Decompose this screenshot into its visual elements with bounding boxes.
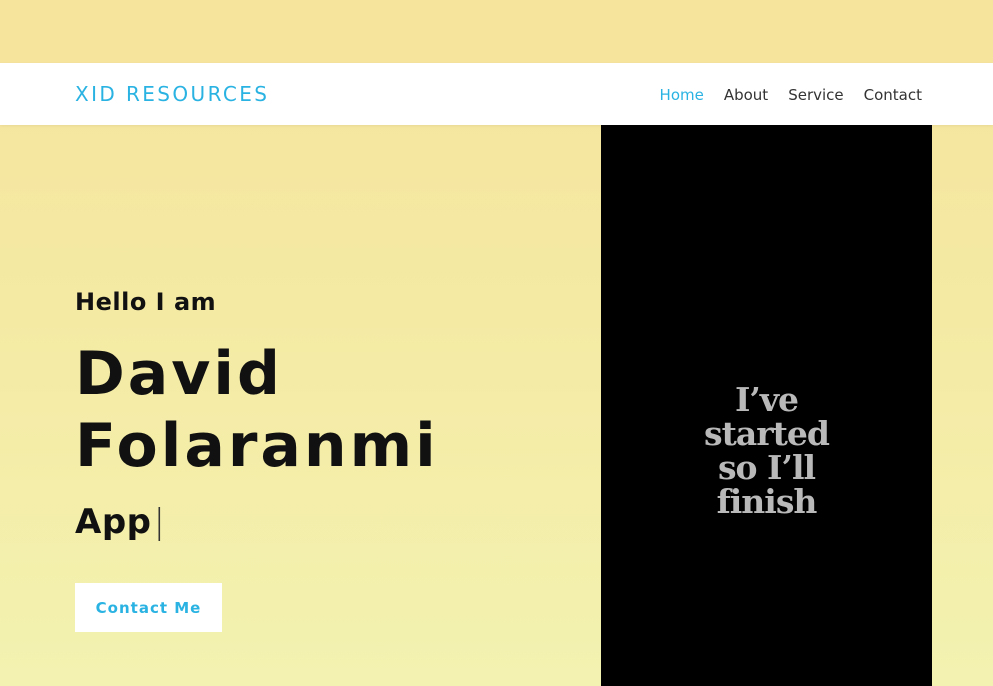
nav-service[interactable]: Service: [788, 86, 843, 104]
quote-line: I’ve: [734, 380, 799, 419]
contact-me-button[interactable]: Contact Me: [75, 583, 222, 632]
hero-name-first: David: [75, 339, 283, 409]
quote-line: finish: [716, 482, 818, 521]
hero-image: I’ve started so I’ll finish: [601, 125, 932, 686]
quote-image-text: I’ve started so I’ll finish: [601, 383, 932, 519]
brand-logo[interactable]: XID RESOURCES: [75, 82, 269, 106]
quote-line: so I’ll: [717, 448, 816, 487]
navbar: XID RESOURCES Home About Service Contact: [0, 63, 993, 125]
nav-about[interactable]: About: [724, 86, 768, 104]
greeting-text: Hello I am: [75, 288, 217, 316]
typed-role-text: App: [75, 502, 152, 542]
nav-home[interactable]: Home: [660, 86, 704, 104]
quote-line: started: [704, 414, 830, 453]
nav-links: Home About Service Contact: [660, 86, 922, 104]
hero-name-last: Folaranmi: [75, 411, 439, 481]
typing-cursor: |: [153, 502, 166, 542]
typed-role: App|: [75, 502, 165, 542]
top-band: [0, 0, 993, 63]
hero-name: David Folaranmi: [75, 338, 439, 482]
nav-contact[interactable]: Contact: [864, 86, 922, 104]
